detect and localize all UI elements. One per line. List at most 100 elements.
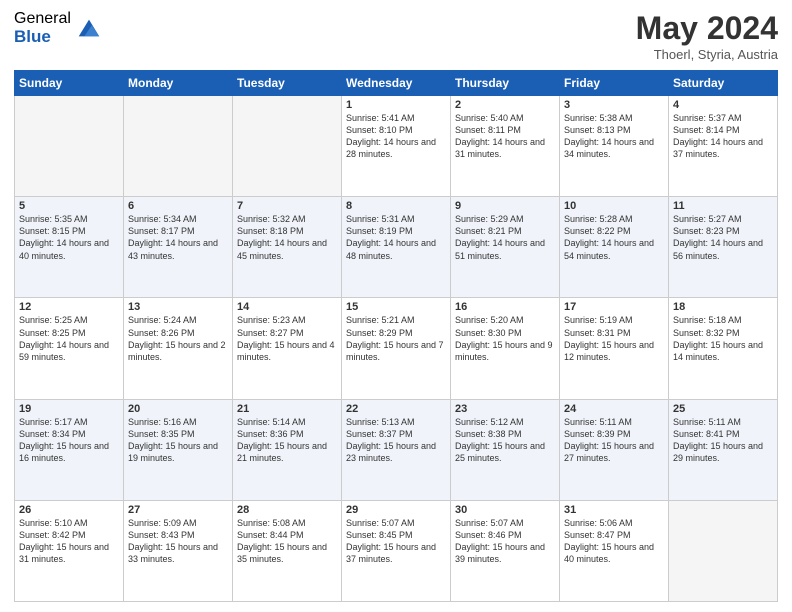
day-info: Sunrise: 5:11 AM Sunset: 8:41 PM Dayligh…: [673, 416, 773, 465]
calendar-cell: [15, 96, 124, 197]
calendar-cell: [669, 500, 778, 601]
day-number: 5: [19, 200, 119, 212]
calendar-cell: 7Sunrise: 5:32 AM Sunset: 8:18 PM Daylig…: [233, 197, 342, 298]
calendar-cell: 3Sunrise: 5:38 AM Sunset: 8:13 PM Daylig…: [560, 96, 669, 197]
day-number: 15: [346, 301, 446, 313]
day-number: 25: [673, 403, 773, 415]
day-info: Sunrise: 5:20 AM Sunset: 8:30 PM Dayligh…: [455, 314, 555, 363]
day-info: Sunrise: 5:18 AM Sunset: 8:32 PM Dayligh…: [673, 314, 773, 363]
calendar-cell: 17Sunrise: 5:19 AM Sunset: 8:31 PM Dayli…: [560, 298, 669, 399]
day-info: Sunrise: 5:27 AM Sunset: 8:23 PM Dayligh…: [673, 213, 773, 262]
calendar-cell: 29Sunrise: 5:07 AM Sunset: 8:45 PM Dayli…: [342, 500, 451, 601]
day-number: 16: [455, 301, 555, 313]
day-number: 6: [128, 200, 228, 212]
day-info: Sunrise: 5:40 AM Sunset: 8:11 PM Dayligh…: [455, 112, 555, 161]
day-info: Sunrise: 5:11 AM Sunset: 8:39 PM Dayligh…: [564, 416, 664, 465]
day-info: Sunrise: 5:32 AM Sunset: 8:18 PM Dayligh…: [237, 213, 337, 262]
col-wednesday: Wednesday: [342, 71, 451, 96]
day-number: 1: [346, 99, 446, 111]
calendar-cell: [233, 96, 342, 197]
calendar-cell: 16Sunrise: 5:20 AM Sunset: 8:30 PM Dayli…: [451, 298, 560, 399]
calendar-week-2: 5Sunrise: 5:35 AM Sunset: 8:15 PM Daylig…: [15, 197, 778, 298]
day-number: 11: [673, 200, 773, 212]
day-info: Sunrise: 5:16 AM Sunset: 8:35 PM Dayligh…: [128, 416, 228, 465]
calendar-cell: [124, 96, 233, 197]
day-number: 28: [237, 504, 337, 516]
logo-icon: [75, 14, 103, 42]
title-month: May 2024: [636, 10, 778, 47]
day-info: Sunrise: 5:23 AM Sunset: 8:27 PM Dayligh…: [237, 314, 337, 363]
calendar-cell: 19Sunrise: 5:17 AM Sunset: 8:34 PM Dayli…: [15, 399, 124, 500]
calendar-cell: 1Sunrise: 5:41 AM Sunset: 8:10 PM Daylig…: [342, 96, 451, 197]
logo: General Blue: [14, 10, 103, 46]
calendar-week-5: 26Sunrise: 5:10 AM Sunset: 8:42 PM Dayli…: [15, 500, 778, 601]
calendar-cell: 5Sunrise: 5:35 AM Sunset: 8:15 PM Daylig…: [15, 197, 124, 298]
day-number: 3: [564, 99, 664, 111]
calendar-cell: 13Sunrise: 5:24 AM Sunset: 8:26 PM Dayli…: [124, 298, 233, 399]
day-info: Sunrise: 5:09 AM Sunset: 8:43 PM Dayligh…: [128, 517, 228, 566]
calendar-cell: 4Sunrise: 5:37 AM Sunset: 8:14 PM Daylig…: [669, 96, 778, 197]
logo-general: General: [14, 10, 71, 28]
col-monday: Monday: [124, 71, 233, 96]
day-number: 23: [455, 403, 555, 415]
day-number: 20: [128, 403, 228, 415]
calendar-week-4: 19Sunrise: 5:17 AM Sunset: 8:34 PM Dayli…: [15, 399, 778, 500]
calendar-cell: 2Sunrise: 5:40 AM Sunset: 8:11 PM Daylig…: [451, 96, 560, 197]
title-location: Thoerl, Styria, Austria: [636, 47, 778, 62]
calendar-cell: 24Sunrise: 5:11 AM Sunset: 8:39 PM Dayli…: [560, 399, 669, 500]
day-info: Sunrise: 5:29 AM Sunset: 8:21 PM Dayligh…: [455, 213, 555, 262]
day-info: Sunrise: 5:07 AM Sunset: 8:46 PM Dayligh…: [455, 517, 555, 566]
day-number: 17: [564, 301, 664, 313]
day-info: Sunrise: 5:37 AM Sunset: 8:14 PM Dayligh…: [673, 112, 773, 161]
calendar-cell: 12Sunrise: 5:25 AM Sunset: 8:25 PM Dayli…: [15, 298, 124, 399]
day-number: 10: [564, 200, 664, 212]
logo-text: General Blue: [14, 10, 71, 46]
calendar-cell: 23Sunrise: 5:12 AM Sunset: 8:38 PM Dayli…: [451, 399, 560, 500]
calendar-cell: 28Sunrise: 5:08 AM Sunset: 8:44 PM Dayli…: [233, 500, 342, 601]
day-number: 4: [673, 99, 773, 111]
day-number: 2: [455, 99, 555, 111]
calendar-table: Sunday Monday Tuesday Wednesday Thursday…: [14, 70, 778, 602]
day-number: 30: [455, 504, 555, 516]
day-info: Sunrise: 5:28 AM Sunset: 8:22 PM Dayligh…: [564, 213, 664, 262]
calendar-cell: 30Sunrise: 5:07 AM Sunset: 8:46 PM Dayli…: [451, 500, 560, 601]
day-number: 24: [564, 403, 664, 415]
header-row: Sunday Monday Tuesday Wednesday Thursday…: [15, 71, 778, 96]
calendar-cell: 18Sunrise: 5:18 AM Sunset: 8:32 PM Dayli…: [669, 298, 778, 399]
col-thursday: Thursday: [451, 71, 560, 96]
day-info: Sunrise: 5:34 AM Sunset: 8:17 PM Dayligh…: [128, 213, 228, 262]
day-info: Sunrise: 5:35 AM Sunset: 8:15 PM Dayligh…: [19, 213, 119, 262]
day-info: Sunrise: 5:12 AM Sunset: 8:38 PM Dayligh…: [455, 416, 555, 465]
calendar-cell: 26Sunrise: 5:10 AM Sunset: 8:42 PM Dayli…: [15, 500, 124, 601]
day-info: Sunrise: 5:08 AM Sunset: 8:44 PM Dayligh…: [237, 517, 337, 566]
day-number: 29: [346, 504, 446, 516]
day-number: 12: [19, 301, 119, 313]
day-info: Sunrise: 5:07 AM Sunset: 8:45 PM Dayligh…: [346, 517, 446, 566]
calendar-cell: 6Sunrise: 5:34 AM Sunset: 8:17 PM Daylig…: [124, 197, 233, 298]
calendar-cell: 9Sunrise: 5:29 AM Sunset: 8:21 PM Daylig…: [451, 197, 560, 298]
day-info: Sunrise: 5:06 AM Sunset: 8:47 PM Dayligh…: [564, 517, 664, 566]
calendar-cell: 21Sunrise: 5:14 AM Sunset: 8:36 PM Dayli…: [233, 399, 342, 500]
calendar-cell: 25Sunrise: 5:11 AM Sunset: 8:41 PM Dayli…: [669, 399, 778, 500]
day-number: 21: [237, 403, 337, 415]
day-number: 9: [455, 200, 555, 212]
calendar-cell: 15Sunrise: 5:21 AM Sunset: 8:29 PM Dayli…: [342, 298, 451, 399]
calendar-cell: 14Sunrise: 5:23 AM Sunset: 8:27 PM Dayli…: [233, 298, 342, 399]
day-info: Sunrise: 5:17 AM Sunset: 8:34 PM Dayligh…: [19, 416, 119, 465]
day-number: 31: [564, 504, 664, 516]
calendar-cell: 31Sunrise: 5:06 AM Sunset: 8:47 PM Dayli…: [560, 500, 669, 601]
calendar-cell: 10Sunrise: 5:28 AM Sunset: 8:22 PM Dayli…: [560, 197, 669, 298]
day-info: Sunrise: 5:10 AM Sunset: 8:42 PM Dayligh…: [19, 517, 119, 566]
calendar-cell: 11Sunrise: 5:27 AM Sunset: 8:23 PM Dayli…: [669, 197, 778, 298]
calendar-cell: 27Sunrise: 5:09 AM Sunset: 8:43 PM Dayli…: [124, 500, 233, 601]
day-info: Sunrise: 5:38 AM Sunset: 8:13 PM Dayligh…: [564, 112, 664, 161]
col-saturday: Saturday: [669, 71, 778, 96]
col-tuesday: Tuesday: [233, 71, 342, 96]
day-number: 14: [237, 301, 337, 313]
day-number: 13: [128, 301, 228, 313]
calendar-cell: 8Sunrise: 5:31 AM Sunset: 8:19 PM Daylig…: [342, 197, 451, 298]
day-number: 18: [673, 301, 773, 313]
day-info: Sunrise: 5:19 AM Sunset: 8:31 PM Dayligh…: [564, 314, 664, 363]
calendar-cell: 22Sunrise: 5:13 AM Sunset: 8:37 PM Dayli…: [342, 399, 451, 500]
calendar-week-1: 1Sunrise: 5:41 AM Sunset: 8:10 PM Daylig…: [15, 96, 778, 197]
